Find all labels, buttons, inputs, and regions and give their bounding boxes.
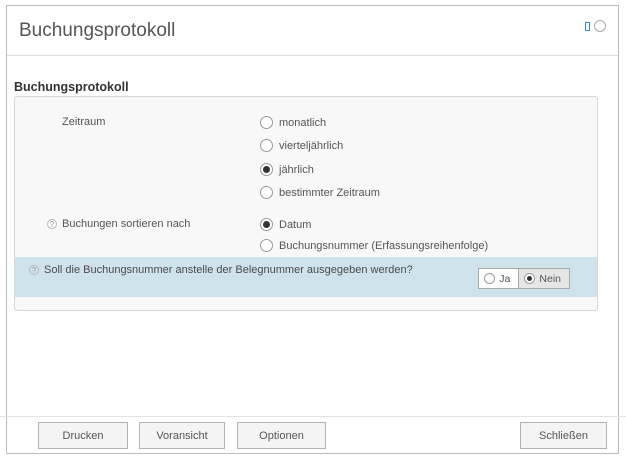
option-nein-label: Nein (539, 272, 561, 285)
option-ja[interactable]: Ja (479, 269, 518, 288)
radio-label: vierteljährlich (279, 139, 344, 152)
radio-icon[interactable] (260, 239, 273, 252)
radio-label: Datum (279, 218, 312, 231)
status-circle-icon[interactable] (594, 20, 606, 32)
options-button[interactable]: Optionen (237, 422, 326, 449)
title-divider (7, 55, 618, 56)
sortierung-label: ? Buchungen sortieren nach (47, 218, 190, 230)
yes-no-toggle: Ja Nein (478, 268, 570, 289)
radio-label: monatlich (279, 116, 327, 129)
radio-checked-icon[interactable] (260, 218, 273, 231)
zeitraum-label: Zeitraum (62, 116, 106, 128)
radio-jaehrlich[interactable]: jährlich (260, 163, 314, 176)
question-text: ? Soll die Buchungsnummer anstelle der Be… (29, 263, 489, 277)
radio-label: bestimmter Zeitraum (279, 186, 380, 199)
radio-monatlich[interactable]: monatlich (260, 116, 326, 129)
help-icon[interactable]: ? (47, 219, 57, 230)
dialog-title: Buchungsprotokoll (19, 20, 176, 41)
radio-icon[interactable] (260, 139, 273, 152)
preview-button[interactable]: Voransicht (139, 422, 225, 449)
radio-icon[interactable] (260, 116, 273, 129)
radio-checked-icon[interactable] (260, 163, 273, 176)
title-icons (585, 20, 606, 32)
sortierung-label-text: Buchungen sortieren nach (62, 218, 191, 230)
radio-label: Buchungsnummer (Erfassungsreihenfolge) (279, 239, 489, 252)
radio-checked-icon[interactable] (524, 273, 536, 284)
close-button[interactable]: Schließen (520, 422, 607, 449)
radio-buchungsnummer[interactable]: Buchungsnummer (Erfassungsreihenfolge) (260, 239, 488, 252)
option-ja-label: Ja (499, 272, 511, 285)
radio-icon[interactable] (484, 273, 496, 284)
radio-label: jährlich (279, 163, 314, 176)
pin-icon[interactable] (585, 21, 590, 31)
radio-bestimmter-zeitraum[interactable]: bestimmter Zeitraum (260, 186, 380, 199)
question-label: Soll die Buchungsnummer anstelle der Bel… (44, 264, 413, 276)
option-nein[interactable]: Nein (518, 269, 569, 288)
print-button[interactable]: Drucken (38, 422, 128, 449)
question-row: ? Soll die Buchungsnummer anstelle der Be… (15, 257, 597, 297)
section-title: Buchungsprotokoll (14, 80, 129, 94)
help-icon[interactable]: ? (29, 265, 39, 276)
radio-icon[interactable] (260, 186, 273, 199)
footer-divider (0, 416, 626, 417)
radio-vierteljaehrlich[interactable]: vierteljährlich (260, 139, 343, 152)
radio-datum[interactable]: Datum (260, 218, 311, 231)
